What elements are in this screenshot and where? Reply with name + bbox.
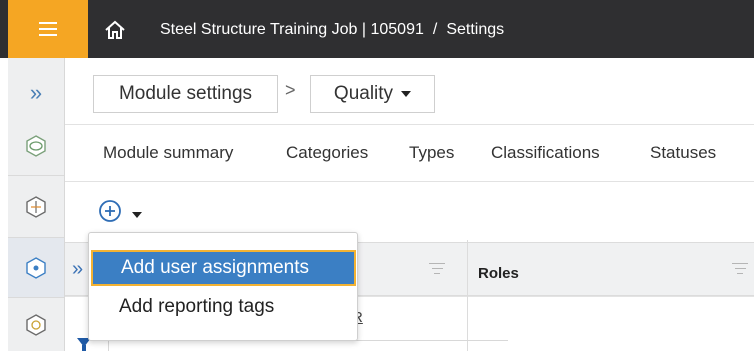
structure-hex-icon bbox=[26, 195, 46, 218]
filter-funnel-stem bbox=[82, 345, 86, 351]
breadcrumb-chevron: > bbox=[285, 80, 296, 100]
tab-types[interactable]: Types bbox=[409, 143, 454, 163]
tab-statuses[interactable]: Statuses bbox=[650, 143, 716, 163]
module-settings-button[interactable]: Module settings bbox=[93, 75, 278, 113]
tab-categories[interactable]: Categories bbox=[286, 143, 368, 163]
add-dropdown-caret-icon[interactable] bbox=[132, 212, 142, 218]
rail-item-connection[interactable] bbox=[8, 116, 64, 176]
add-circle-icon[interactable] bbox=[98, 199, 122, 223]
breadcrumb-separator: / bbox=[432, 21, 438, 38]
chevron-down-icon bbox=[401, 91, 412, 97]
menu-button[interactable] bbox=[8, 0, 88, 58]
breadcrumb-project[interactable]: Steel Structure Training Job | 105091 bbox=[160, 21, 424, 38]
top-bar: Steel Structure Training Job | 105091 / Se… bbox=[0, 0, 754, 58]
menu-item-add-user-assignments[interactable]: Add user assignments bbox=[91, 250, 356, 286]
breadcrumb-page: Settings bbox=[446, 21, 505, 38]
tab-classifications[interactable]: Classifications bbox=[491, 143, 600, 163]
rail-expand-button[interactable]: » bbox=[8, 70, 64, 115]
roles-column-menu-icon[interactable] bbox=[732, 263, 748, 275]
column-menu-icon[interactable] bbox=[429, 263, 445, 275]
breadcrumb: Steel Structure Training Job | 105091 / Se… bbox=[160, 21, 504, 39]
connection-hex-icon bbox=[26, 134, 46, 157]
tab-module-summary[interactable]: Module summary bbox=[103, 143, 233, 163]
rail-item-structure[interactable] bbox=[8, 176, 64, 238]
quality-hex-icon bbox=[26, 256, 46, 279]
rail-item-quality[interactable] bbox=[8, 238, 64, 298]
left-rail: » bbox=[8, 58, 65, 351]
menu-item-add-reporting-tags[interactable]: Add reporting tags bbox=[91, 289, 356, 325]
add-menu-dropdown: Add user assignments Add reporting tags bbox=[88, 232, 358, 341]
module-select-value: Quality bbox=[333, 83, 394, 104]
grid-expand-button[interactable]: » bbox=[72, 258, 83, 281]
roles-column-header[interactable]: Roles bbox=[478, 265, 519, 282]
home-icon[interactable] bbox=[104, 20, 126, 40]
column-divider bbox=[467, 240, 468, 351]
module-select[interactable]: Quality bbox=[310, 75, 435, 113]
hamburger-icon bbox=[39, 22, 57, 36]
rail-item-hazard[interactable] bbox=[8, 298, 64, 351]
table-row bbox=[108, 340, 508, 351]
settings-tabs: Module summary Categories Types Classifi… bbox=[65, 124, 754, 182]
hazard-hex-icon bbox=[26, 313, 46, 336]
